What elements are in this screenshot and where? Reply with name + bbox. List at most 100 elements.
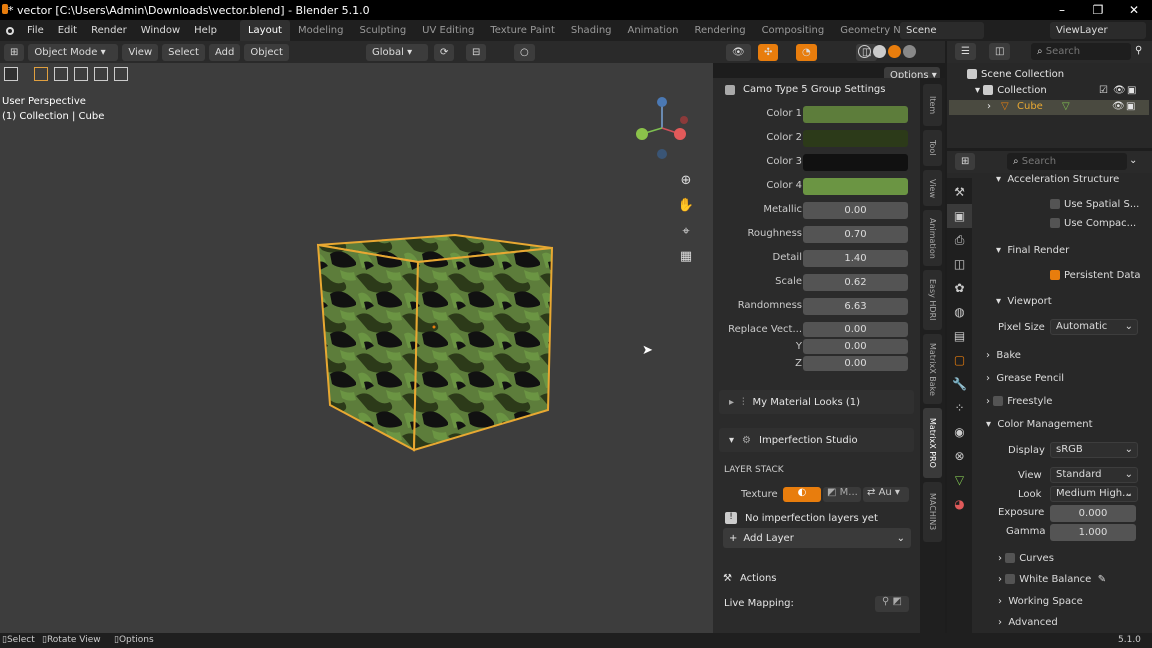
use-compact-checkbox[interactable]: Use Compac...	[1050, 218, 1136, 229]
working-space-header[interactable]: › Working Space	[998, 596, 1083, 607]
tab-sculpting[interactable]: Sculpting	[351, 20, 414, 41]
select-tool-icon[interactable]	[4, 67, 18, 81]
particles-tab-icon[interactable]: ⁘	[947, 396, 972, 420]
blender-menu-icon[interactable]	[6, 26, 14, 35]
outliner-search[interactable]: ⌕ Search	[1031, 43, 1131, 60]
camera-view-icon[interactable]: ⌖	[675, 220, 697, 242]
tab-modeling[interactable]: Modeling	[290, 20, 352, 41]
tab-item[interactable]: Item	[923, 84, 942, 126]
camo-cube[interactable]	[310, 230, 560, 455]
scale-slider[interactable]: 0.62	[803, 274, 908, 291]
add-layer-dropdown[interactable]: + Add Layer ⌄	[723, 528, 911, 548]
pixel-size-dropdown[interactable]: Automatic ⌄	[1050, 319, 1138, 335]
overlay-toggle[interactable]: ◔	[796, 43, 817, 61]
menu-add[interactable]: Add	[208, 43, 241, 61]
perspective-grid-icon[interactable]: ▦	[675, 245, 697, 267]
outliner-editor-icon[interactable]: ☰	[955, 43, 976, 60]
select-invert-icon[interactable]	[94, 67, 108, 81]
camera-icon[interactable]: ▣	[1127, 85, 1136, 96]
advanced-header[interactable]: › Advanced	[998, 617, 1058, 628]
navigation-gizmo[interactable]	[630, 92, 694, 164]
modifier-tab-icon[interactable]: 🔧	[947, 372, 972, 396]
scene-tab-icon[interactable]: ✿	[947, 276, 972, 300]
transform-orientation[interactable]: Global ▾	[366, 43, 428, 61]
menu-view[interactable]: View	[122, 43, 159, 61]
neg-x-icon[interactable]	[680, 116, 688, 124]
final-render-header[interactable]: ▾ Final Render	[996, 245, 1069, 256]
select-extend-icon[interactable]	[54, 67, 68, 81]
tab-layout[interactable]: Layout	[239, 20, 290, 41]
wireframe-shading-icon[interactable]	[858, 45, 871, 58]
gizmo-toggle[interactable]: ✣	[758, 43, 779, 61]
properties-search[interactable]: ⌕ Search	[1007, 153, 1127, 170]
freestyle-header[interactable]: › Freestyle	[986, 396, 1052, 407]
menu-window[interactable]: Window	[134, 25, 187, 36]
viewport-header-section[interactable]: ▾ Viewport	[996, 296, 1052, 307]
material-tab-icon[interactable]: ◕	[947, 492, 972, 516]
vector-x-field[interactable]: 0.00	[803, 322, 908, 337]
object-tab-icon[interactable]: ▢	[947, 348, 972, 372]
tab-machin3[interactable]: MACHIN3	[923, 482, 942, 542]
tab-texture-paint[interactable]: Texture Paint	[482, 20, 563, 41]
tab-rendering[interactable]: Rendering	[686, 20, 753, 41]
material-looks-panel[interactable]: ▸ ⫶ My Material Looks (1)	[719, 390, 914, 414]
tab-uv-editing[interactable]: UV Editing	[414, 20, 482, 41]
menu-render[interactable]: Render	[84, 25, 134, 36]
tab-animation[interactable]: Animation	[620, 20, 687, 41]
tab-compositing[interactable]: Compositing	[754, 20, 833, 41]
color-management-header[interactable]: ▾ Color Management	[986, 419, 1093, 430]
minimize-button[interactable]: –	[1044, 0, 1080, 20]
look-dropdown[interactable]: Medium High... ⌄	[1050, 486, 1138, 502]
scene-collection-row[interactable]: Scene Collection	[967, 69, 1064, 80]
menu-help[interactable]: Help	[187, 25, 224, 36]
tool-tab-icon[interactable]: ⚒	[947, 180, 972, 204]
gamma-slider[interactable]: 1.000	[1050, 524, 1136, 541]
render-tab-icon[interactable]: ▣	[947, 204, 972, 228]
texture-m-button[interactable]: ◩ M...	[823, 487, 861, 502]
camera-icon[interactable]: ▣	[1126, 101, 1135, 112]
filter-icon[interactable]: ⚲	[1135, 45, 1142, 56]
detail-slider[interactable]: 1.40	[803, 250, 908, 267]
display-mode-icon[interactable]: ◫	[989, 43, 1011, 60]
eye-icon[interactable]: 👁	[1112, 101, 1125, 112]
use-spatial-checkbox[interactable]: Use Spatial S...	[1050, 199, 1139, 210]
vector-y-field[interactable]: 0.00	[803, 339, 908, 354]
display-dropdown[interactable]: sRGB ⌄	[1050, 442, 1138, 458]
acceleration-structure-header[interactable]: ▾ Acceleration Structure	[996, 174, 1119, 185]
scene-selector[interactable]: Scene	[900, 22, 984, 39]
chevron-down-icon[interactable]: ⌄	[1129, 155, 1137, 166]
texture-mode-button[interactable]: ◐	[783, 487, 821, 502]
tab-matrixx-bake[interactable]: MatrixX Bake	[923, 334, 942, 404]
color-swatch[interactable]	[803, 106, 908, 123]
output-tab-icon[interactable]: ⎙	[947, 228, 972, 252]
tab-animation-side[interactable]: Animation	[923, 210, 942, 266]
color-swatch[interactable]	[803, 178, 908, 195]
view-dropdown[interactable]: Standard ⌄	[1050, 467, 1138, 483]
persistent-data-checkbox[interactable]: Persistent Data	[1050, 270, 1141, 281]
z-axis-icon[interactable]	[657, 97, 667, 107]
snap-icon[interactable]: ⊟	[466, 43, 487, 61]
view-layer-selector[interactable]: ViewLayer	[1050, 22, 1146, 39]
pan-hand-icon[interactable]: ✋	[675, 194, 697, 216]
tab-view[interactable]: View	[923, 170, 942, 206]
randomness-slider[interactable]: 6.63	[803, 298, 908, 315]
properties-editor-icon[interactable]: ⊞	[955, 153, 976, 170]
checkbox-icon[interactable]: ☑	[1099, 85, 1108, 96]
color-swatch[interactable]	[803, 130, 908, 147]
zoom-icon[interactable]: ⊕	[675, 169, 697, 191]
eyedropper-icon[interactable]: ✎	[1098, 574, 1106, 585]
world-tab-icon[interactable]: ◍	[947, 300, 972, 324]
data-tab-icon[interactable]: ▽	[947, 468, 972, 492]
tab-matrixx-pro[interactable]: MatrixX PRO	[923, 408, 942, 478]
exposure-slider[interactable]: 0.000	[1050, 505, 1136, 522]
select-new-icon[interactable]	[34, 67, 48, 81]
editor-type-button[interactable]: ⊞	[4, 43, 25, 61]
metallic-slider[interactable]: 0.00	[803, 202, 908, 219]
live-mapping-buttons[interactable]: ⚲ ◩	[875, 596, 909, 612]
menu-file[interactable]: File	[20, 25, 51, 36]
proportional-icon[interactable]: ○	[514, 43, 535, 61]
actions-panel[interactable]: ⚒ Actions	[719, 566, 914, 590]
mode-selector[interactable]: Object Mode ▾	[28, 43, 119, 61]
tab-tool[interactable]: Tool	[923, 130, 942, 166]
close-button[interactable]: ✕	[1116, 0, 1152, 20]
